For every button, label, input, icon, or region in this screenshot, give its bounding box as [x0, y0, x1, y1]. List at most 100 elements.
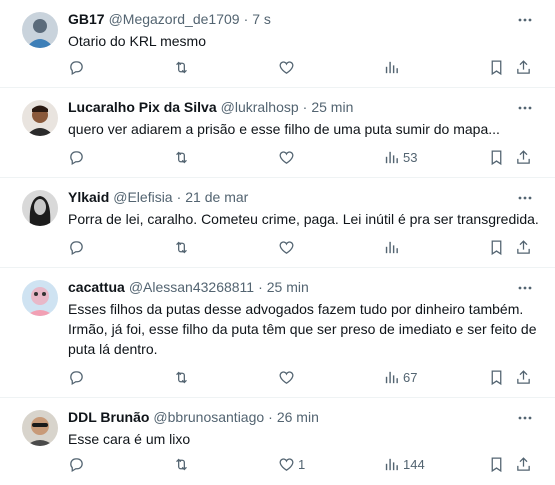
more-icon[interactable] [517, 12, 533, 28]
reply-button[interactable] [68, 456, 85, 473]
views-icon [383, 59, 400, 76]
reply-button[interactable] [68, 59, 85, 76]
retweet-button[interactable] [173, 59, 190, 76]
more-icon[interactable] [517, 190, 533, 206]
post[interactable]: Lucaralho Pix da Silva @lukralhosp · 25 … [0, 88, 555, 178]
author-handle[interactable]: @Elefisia [113, 188, 172, 206]
avatar[interactable] [22, 100, 58, 136]
reply-icon [68, 59, 85, 76]
reply-icon [68, 239, 85, 256]
bookmark-button[interactable] [488, 59, 505, 76]
post-text: Porra de lei, caralho. Cometeu crime, pa… [68, 211, 539, 227]
share-icon [515, 456, 532, 473]
separator-dot: · [258, 279, 263, 295]
action-bar: 1 144 [14, 449, 541, 481]
bookmark-button[interactable] [488, 149, 505, 166]
post-text-line: Esses filhos da putas desse advogados fa… [68, 301, 524, 317]
retweet-icon [173, 456, 190, 473]
separator-dot: · [268, 409, 273, 425]
views-icon [383, 239, 400, 256]
post-text-line: puta lá dentro. [68, 341, 158, 357]
author-name[interactable]: cacattua [68, 278, 125, 296]
retweet-icon [173, 239, 190, 256]
post-time[interactable]: 26 min [277, 408, 319, 426]
reply-button[interactable] [68, 369, 85, 386]
avatar[interactable] [22, 410, 58, 446]
post[interactable]: DDL Brunão @bbrunosantiago · 26 min Esse… [0, 398, 555, 485]
share-button[interactable] [515, 149, 532, 166]
avatar[interactable] [22, 12, 58, 48]
retweet-button[interactable] [173, 239, 190, 256]
action-bar: 67 [14, 362, 541, 394]
author-handle[interactable]: @lukralhosp [221, 98, 299, 116]
bookmark-button[interactable] [488, 369, 505, 386]
share-icon [515, 59, 532, 76]
like-button[interactable] [278, 149, 298, 166]
retweet-button[interactable] [173, 149, 190, 166]
like-icon [278, 369, 295, 386]
share-button[interactable] [515, 369, 532, 386]
retweet-button[interactable] [173, 369, 190, 386]
reply-icon [68, 369, 85, 386]
separator-dot: · [176, 189, 182, 205]
reply-button[interactable] [68, 239, 85, 256]
author-handle[interactable]: @Megazord_de1709 [109, 10, 240, 28]
reply-icon [68, 456, 85, 473]
view-count: 144 [403, 457, 425, 472]
post-text: Esses filhos da putas desse advogados fa… [68, 299, 541, 359]
share-button[interactable] [515, 239, 532, 256]
views-button[interactable]: 53 [383, 149, 417, 166]
avatar[interactable] [22, 280, 58, 316]
post-text-line: Irmão, já foi, esse filho da puta têm qu… [68, 321, 537, 337]
reply-feed: GB17 @Megazord_de1709 · 7 s Otario do KR… [0, 0, 555, 485]
bookmark-button[interactable] [488, 239, 505, 256]
like-button[interactable] [278, 369, 298, 386]
retweet-button[interactable] [173, 456, 190, 473]
action-bar [14, 232, 541, 264]
more-icon[interactable] [517, 280, 533, 296]
post[interactable]: cacattua @Alessan43268811 · 25 min Esses… [0, 268, 555, 398]
author-name[interactable]: GB17 [68, 10, 105, 28]
bookmark-icon [488, 239, 505, 256]
bookmark-button[interactable] [488, 456, 505, 473]
views-icon [383, 149, 400, 166]
like-button[interactable] [278, 59, 298, 76]
reply-icon [68, 149, 85, 166]
more-icon[interactable] [517, 410, 533, 426]
like-icon [278, 59, 295, 76]
post-text: Esse cara é um lixo [68, 431, 191, 447]
author-name[interactable]: Ylkaid [68, 188, 109, 206]
views-button[interactable]: 144 [383, 456, 425, 473]
action-bar: 53 [14, 142, 541, 174]
bookmark-icon [488, 369, 505, 386]
retweet-icon [173, 149, 190, 166]
retweet-icon [173, 59, 190, 76]
post-time[interactable]: 25 min [267, 278, 309, 296]
like-icon [278, 456, 295, 473]
views-button[interactable] [383, 59, 403, 76]
author-name[interactable]: DDL Brunão [68, 408, 149, 426]
views-button[interactable] [383, 239, 403, 256]
like-button[interactable] [278, 239, 298, 256]
share-button[interactable] [515, 59, 532, 76]
more-icon[interactable] [517, 100, 533, 116]
post-time[interactable]: 25 min [311, 98, 353, 116]
post[interactable]: Ylkaid @Elefisia · 21 de mar Porra de le… [0, 178, 555, 268]
post-time[interactable]: 21 de mar [185, 188, 248, 206]
post-time[interactable]: 7 s [252, 10, 271, 28]
views-button[interactable]: 67 [383, 369, 417, 386]
share-button[interactable] [515, 456, 532, 473]
like-button[interactable]: 1 [278, 456, 305, 473]
share-icon [515, 239, 532, 256]
author-handle[interactable]: @bbrunosantiago [153, 408, 264, 426]
separator-dot: · [243, 11, 249, 27]
reply-button[interactable] [68, 149, 85, 166]
share-icon [515, 369, 532, 386]
author-handle[interactable]: @Alessan43268811 [129, 278, 254, 296]
share-icon [515, 149, 532, 166]
author-name[interactable]: Lucaralho Pix da Silva [68, 98, 217, 116]
bookmark-icon [488, 456, 505, 473]
post[interactable]: GB17 @Megazord_de1709 · 7 s Otario do KR… [0, 0, 555, 88]
avatar[interactable] [22, 190, 58, 226]
post-text: quero ver adiarem a prisão e esse filho … [68, 121, 500, 137]
